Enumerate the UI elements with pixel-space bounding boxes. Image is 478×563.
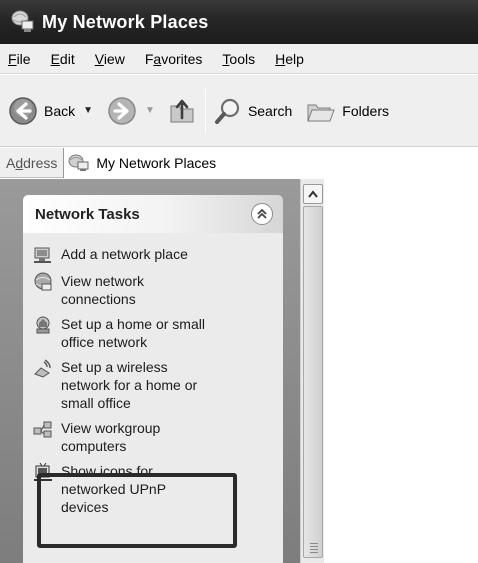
vertical-scrollbar[interactable] [300,179,324,563]
wireless-network-icon [34,359,51,378]
back-dropdown-arrow[interactable]: ▼ [83,105,93,116]
address-field[interactable]: My Network Places [63,147,478,178]
scroll-up-button[interactable] [303,184,323,204]
menu-file[interactable]: File [8,51,31,67]
collapse-button[interactable] [251,203,273,225]
scroll-grip [310,543,318,555]
folders-label: Folders [342,102,389,119]
task-setup-wireless-network[interactable]: Set up a wireless network for a home or … [33,358,273,412]
content-area[interactable] [325,179,478,563]
task-pane: Network Tasks Add a network place View n… [0,179,300,563]
task-setup-home-network[interactable]: Set up a home or small office network [33,315,273,351]
network-tasks-header[interactable]: Network Tasks [23,195,283,233]
network-tasks-list: Add a network place View network connect… [23,233,283,563]
up-button[interactable] [167,91,197,131]
search-label: Search [247,102,293,119]
network-places-icon [11,10,34,32]
address-bar: Address My Network Places [0,147,478,178]
back-label: Back [44,102,76,119]
up-folder-icon [170,99,194,122]
add-network-place-icon [34,247,51,263]
menu-edit[interactable]: Edit [51,51,75,67]
title-bar[interactable]: My Network Places [0,0,478,44]
workgroup-icon [33,421,52,438]
scroll-up-arrow-icon [308,190,318,198]
home-network-icon [36,316,50,334]
address-label: Address [6,154,58,171]
menu-bar: File Edit View Favorites Tools Help [0,44,478,74]
search-button[interactable]: Search [214,91,292,131]
task-view-workgroup-computers[interactable]: View workgroup computers [33,419,273,455]
upnp-devices-icon [34,462,52,481]
network-places-icon [68,154,89,171]
window-title: My Network Places [42,11,209,32]
scroll-thumb[interactable] [303,206,323,558]
forward-dropdown-arrow[interactable]: ▼ [145,105,155,116]
network-tasks-title: Network Tasks [35,205,140,223]
address-value: My Network Places [96,154,217,171]
toolbar: Back ▼ ▼ Search Folders [0,75,478,147]
menu-tools[interactable]: Tools [222,51,255,67]
task-add-network-place[interactable]: Add a network place [33,245,273,265]
network-tasks-panel: Network Tasks Add a network place View n… [23,195,283,563]
task-show-upnp-icons[interactable]: Show icons for networked UPnP devices [33,462,273,516]
menu-favorites[interactable]: Favorites [145,51,203,67]
task-view-network-connections[interactable]: View network connections [33,272,273,308]
back-arrow-icon [9,96,37,125]
network-connections-icon [34,272,52,291]
toolbar-separator [204,88,206,133]
back-button[interactable]: Back ▼ [8,91,93,131]
menu-view[interactable]: View [95,51,125,67]
folders-icon [307,104,336,121]
folders-button[interactable]: Folders [306,91,389,131]
search-icon [214,98,240,124]
chevron-up-double-icon [257,208,267,219]
forward-arrow-icon [108,96,136,125]
menu-help[interactable]: Help [275,51,304,67]
forward-button[interactable]: ▼ [107,91,155,131]
